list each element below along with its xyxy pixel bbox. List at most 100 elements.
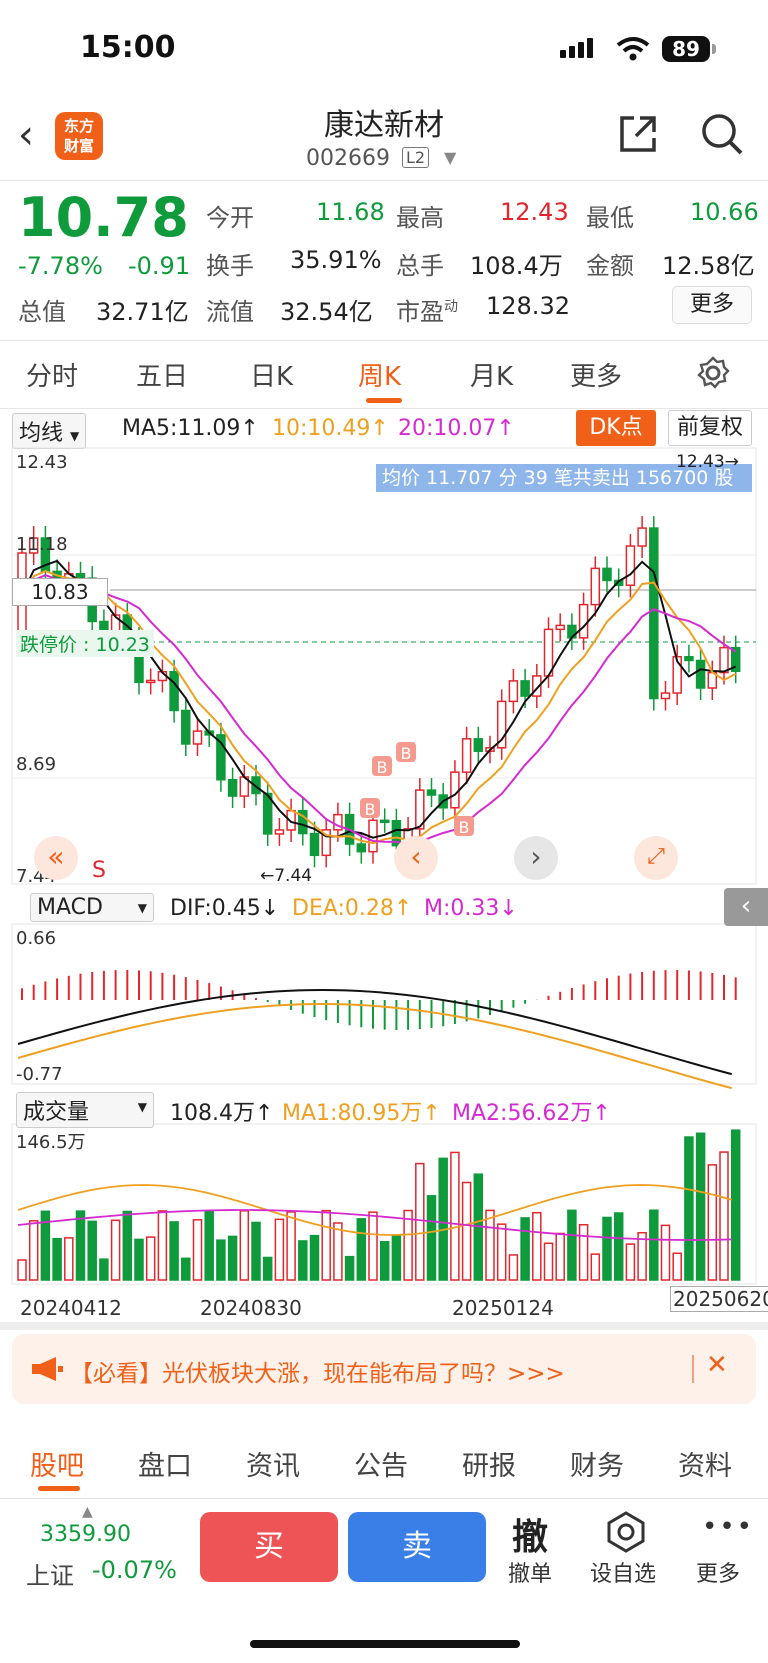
subtab-news[interactable]: 资讯 [246,1444,300,1483]
high-mark: 12.43→ [676,452,739,472]
candle [543,628,554,677]
close-icon[interactable]: ✕ [706,1350,728,1380]
volume-bar [192,1219,203,1281]
search-icon[interactable] [700,112,744,156]
high-value: 12.43 [500,198,569,226]
volume-bar [181,1257,191,1281]
index-name[interactable]: 上证 [26,1556,74,1591]
vol-ma2-value: MA2:56.62万↑ [452,1101,611,1126]
collapse-panel-button[interactable]: ‹ [724,888,768,926]
cancel-order-button[interactable]: 撤单 [508,1556,552,1588]
wifi-icon [616,37,650,61]
mktcap-value: 32.71亿 [96,298,189,326]
volume-bar [40,1210,51,1281]
volume-bar [110,1219,121,1281]
volume-bar [99,1258,109,1281]
candle [298,809,308,835]
amount-value: 12.58亿 [662,252,755,280]
volume-bar [216,1239,226,1281]
candle [695,659,706,689]
volume-bar [169,1221,179,1281]
candle [461,738,472,773]
volume-bar [333,1222,343,1281]
m-value: M:0.33↓ [424,896,518,921]
tab-five-day[interactable]: 五日 [136,356,188,393]
volume-bar [672,1252,682,1281]
volume-bar [391,1234,402,1281]
candle [450,771,460,809]
tab-monthly-k[interactable]: 月K [470,356,513,393]
open-label: 今开 [206,204,254,232]
volume-bar [590,1253,601,1281]
candle [192,730,203,745]
expand-icon[interactable]: ⤢ [634,836,678,880]
candle [649,527,659,700]
pe-value: 128.32 [486,292,570,320]
scroll-left-button[interactable]: ‹ [394,836,438,880]
subtab-forum[interactable]: 股吧 [30,1444,84,1483]
volume-bar [344,1255,355,1281]
adjust-button[interactable]: 前复权 [668,410,752,446]
candle [625,545,636,587]
date-label: 20240830 [200,1296,302,1320]
dk-point-button[interactable]: DK点 [576,410,656,446]
scroll-left-fast-button[interactable]: « [34,836,78,880]
buy-marker [360,798,380,818]
subtab-profile[interactable]: 资料 [678,1444,732,1483]
subtab-orderbook[interactable]: 盘口 [138,1444,192,1483]
sell-button[interactable]: 卖 [348,1512,486,1582]
candle [532,675,542,697]
volume-bar [543,1242,554,1281]
subtab-finance[interactable]: 财务 [570,1444,624,1483]
volume-bar [227,1235,238,1281]
tab-more[interactable]: 更多 [570,356,622,393]
level-badge[interactable]: L2 [402,147,430,168]
volume-bar [28,1220,39,1281]
tab-intraday[interactable]: 分时 [26,356,78,393]
candle [602,567,612,582]
volume-bar [508,1254,519,1281]
tab-daily-k[interactable]: 日K [250,356,293,393]
add-watchlist-icon[interactable] [604,1510,648,1554]
macd-frame [11,923,757,1085]
volume-bar [262,1256,273,1281]
turnover-label: 换手 [206,252,254,280]
volume-bar [251,1221,261,1281]
volume-bar [613,1212,624,1281]
cancel-order-icon[interactable]: 撤 [512,1508,548,1560]
candle [426,789,437,796]
volume-bar [122,1210,133,1281]
share-icon[interactable] [616,112,660,156]
chevron-up-icon[interactable]: ▲ [82,1504,93,1520]
index-change[interactable]: -0.07% [92,1556,177,1584]
subtab-research[interactable]: 研报 [462,1444,516,1483]
open-value: 11.68 [316,198,385,226]
candle [578,603,589,639]
volume-bar [438,1157,448,1281]
index-value[interactable]: 3359.90 [40,1522,131,1547]
ma-selector[interactable]: 均线 ▼ [12,413,87,449]
ma10-line [21,570,737,845]
candle [321,829,331,857]
kline-y-2: 11.18 [16,534,68,555]
volume-bar [485,1209,495,1281]
vol-ma1-value: MA1:80.95万↑ [282,1101,441,1126]
macd-selector[interactable]: MACD ▼ [30,893,154,922]
subtab-announcements[interactable]: 公告 [354,1444,408,1483]
vol-value: 108.4万↑ [170,1101,274,1126]
more-button[interactable]: 更多 [696,1556,740,1588]
more-dots-icon[interactable]: ••• [702,1512,754,1542]
more-quote-button[interactable]: 更多 [672,286,752,324]
buy-button[interactable]: 买 [200,1512,338,1582]
candle [227,778,238,797]
macd-y-bottom: -0.77 [16,1064,63,1085]
promo-text[interactable]: 【必看】光伏板块大涨，现在能布局了吗？>>> [70,1354,565,1388]
scroll-right-button[interactable]: › [514,836,558,880]
gear-icon[interactable] [696,356,730,390]
change-value: -0.91 [128,252,191,280]
chevron-down-icon[interactable]: ▼ [444,148,456,167]
add-watchlist-button[interactable]: 设自选 [590,1556,656,1588]
candle [473,738,484,752]
volume-selector[interactable]: 成交量 ▼ [16,1092,154,1128]
tab-weekly-k[interactable]: 周K [358,356,401,393]
